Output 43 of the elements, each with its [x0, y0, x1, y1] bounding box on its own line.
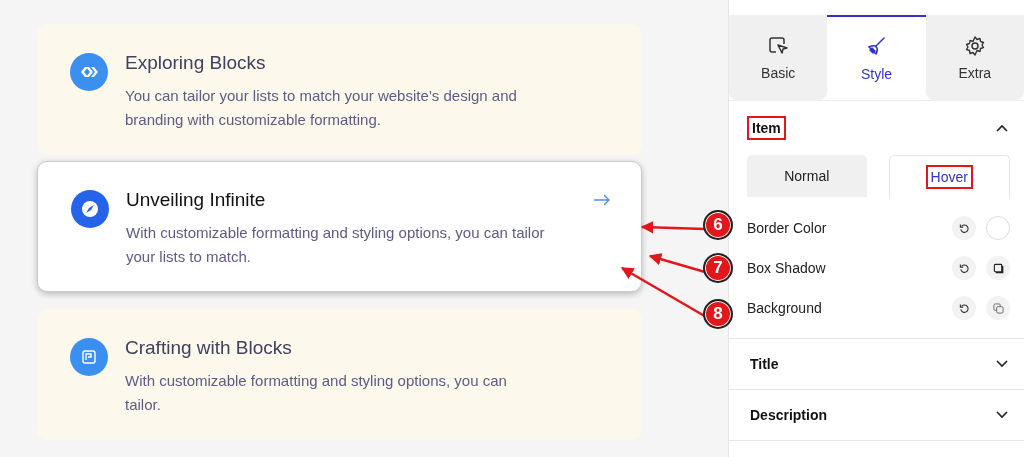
chevron-down-icon[interactable]: [996, 360, 1008, 368]
callout-badge: 7: [703, 253, 733, 283]
list-card[interactable]: Exploring Blocks You can tailor your lists to match your website’s design and branding with customizable formatting.: [37, 24, 642, 155]
section-title[interactable]: Item: [747, 116, 786, 140]
reset-button[interactable]: [952, 216, 976, 240]
card-description: With customizable formatting and styling options, you can tailor your lists to match.: [126, 223, 546, 267]
card-title: Unveiling Infinite: [126, 189, 267, 211]
panel-tab[interactable]: Basic: [729, 15, 828, 100]
card-title: Crafting with Blocks: [125, 337, 293, 359]
cursor-box-icon: [767, 34, 790, 57]
control-label: Background: [747, 300, 823, 316]
reset-icon: [958, 222, 970, 234]
list-card[interactable]: Unveiling Infinite With customizable formatting and styling options, you can tailor your lists to match.: [37, 161, 642, 292]
chevron-up-icon[interactable]: [996, 124, 1008, 132]
arrow-right-icon[interactable]: [593, 194, 611, 206]
color-swatch[interactable]: [986, 216, 1010, 240]
chevrons-icon: [70, 53, 108, 91]
callout-badge: 6: [703, 210, 733, 240]
compass-icon: [71, 190, 109, 228]
panel-tab[interactable]: Extra: [925, 15, 1024, 100]
control-label: Box Shadow: [747, 260, 827, 276]
card-title: Exploring Blocks: [125, 52, 267, 74]
chevron-down-icon[interactable]: [996, 411, 1008, 419]
settings-icon: [963, 34, 986, 57]
section-title[interactable]: Title: [747, 354, 782, 374]
section-title[interactable]: Description: [747, 405, 830, 425]
card-description: With customizable formatting and styling options, you can tailor.: [125, 371, 508, 415]
control-label: Border Color: [747, 220, 828, 236]
card-description: You can tailor your lists to match your website’s design and branding with customizable formatting.: [125, 86, 518, 130]
brush-icon: [865, 35, 888, 58]
reset-icon: [958, 302, 970, 314]
list-card[interactable]: Crafting with Blocks With customizable formatting and styling options, you can tailor.: [37, 309, 642, 440]
reset-button[interactable]: [952, 296, 976, 320]
shadow-square-icon: [992, 262, 1004, 274]
callout-badge: 8: [703, 299, 733, 329]
overlap-squares-icon: [992, 302, 1004, 314]
reset-icon: [958, 262, 970, 274]
background-button[interactable]: [986, 296, 1010, 320]
shadow-button[interactable]: [986, 256, 1010, 280]
reset-button[interactable]: [952, 256, 976, 280]
state-tab[interactable]: Normal: [747, 155, 867, 197]
callout-arrow: [640, 221, 706, 234]
state-tab[interactable]: Hover: [888, 155, 1010, 198]
